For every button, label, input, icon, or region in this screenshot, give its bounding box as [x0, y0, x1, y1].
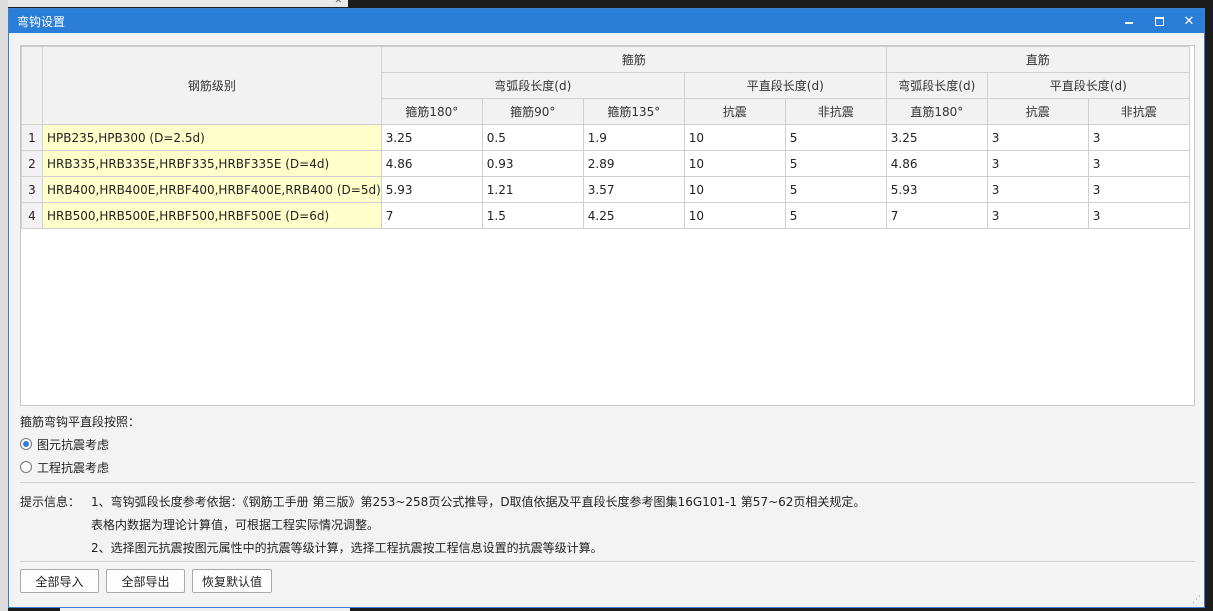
seismic-cell[interactable]: 10 — [683, 150, 786, 177]
straight-non-seismic-cell[interactable]: 3 — [1087, 150, 1190, 177]
non-seismic-cell[interactable]: 5 — [784, 150, 887, 177]
straight-non-seismic-cell[interactable]: 3 — [1087, 176, 1190, 203]
straight-non-seismic-cell[interactable]: 3 — [1087, 202, 1190, 229]
radio-label: 工程抗震考虑 — [37, 460, 110, 475]
header-straight-non-seismic[interactable]: 非抗震 — [1087, 98, 1190, 125]
hint-label: 提示信息： — [20, 495, 81, 509]
stirrup-135-cell[interactable]: 2.89 — [582, 150, 685, 177]
header-straight-180[interactable]: 直筋180° — [885, 98, 988, 125]
table-row[interactable]: 2 HRB335,HRB335E,HRBF335,HRBF335E (D=4d)… — [21, 150, 1190, 177]
grade-cell[interactable]: HPB235,HPB300 (D=2.5d) — [42, 124, 382, 151]
import-all-button[interactable]: 全部导入 — [20, 569, 99, 593]
header-stirrup-180[interactable]: 箍筋180° — [380, 98, 483, 125]
radio-checked-icon[interactable] — [20, 438, 32, 450]
close-icon: ✕ — [1183, 13, 1195, 29]
grade-cell[interactable]: HRB400,HRB400E,HRBF400,HRBF400E,RRB400 (… — [42, 176, 382, 203]
straight-180-cell[interactable]: 5.93 — [885, 176, 988, 203]
divider — [20, 482, 1195, 483]
non-seismic-cell[interactable]: 5 — [784, 176, 887, 203]
window-title: 弯钩设置 — [17, 14, 66, 29]
row-number: 2 — [21, 150, 43, 177]
grade-cell[interactable]: HRB335,HRB335E,HRBF335,HRBF335E (D=4d) — [42, 150, 382, 177]
table-row[interactable]: 1 HPB235,HPB300 (D=2.5d) 3.25 0.5 1.9 10… — [21, 124, 1190, 151]
window-controls: ✕ — [1114, 9, 1204, 33]
table-row[interactable]: 4 HRB500,HRB500E,HRBF500,HRBF500E (D=6d)… — [21, 202, 1190, 229]
row-number: 4 — [21, 202, 43, 229]
background-window-edge — [0, 0, 8, 611]
restore-default-button[interactable]: 恢复默认值 — [192, 569, 272, 593]
background-window-strip: ✕ — [0, 0, 348, 7]
table-row[interactable]: 3 HRB400,HRB400E,HRBF400,HRBF400E,RRB400… — [21, 176, 1190, 203]
stirrup-135-cell[interactable]: 1.9 — [582, 124, 685, 151]
export-all-button[interactable]: 全部导出 — [106, 569, 185, 593]
title-bar[interactable]: 弯钩设置 ✕ — [9, 9, 1204, 33]
radio-element-seismic[interactable]: 图元抗震考虑 — [20, 434, 109, 454]
header-stirrup-90[interactable]: 箍筋90° — [481, 98, 584, 125]
minimize-icon — [1125, 22, 1133, 24]
divider — [20, 561, 1195, 562]
stirrup-180-cell[interactable]: 7 — [380, 202, 483, 229]
seismic-cell[interactable]: 10 — [683, 176, 786, 203]
header-flat-length[interactable]: 平直段长度(d) — [683, 72, 887, 99]
radio-project-seismic[interactable]: 工程抗震考虑 — [20, 457, 109, 477]
straight-seismic-cell[interactable]: 3 — [986, 176, 1089, 203]
hook-settings-grid: 钢筋级别 箍筋 直筋 弯弧段长度(d) 平直段长度(d) 弯弧段长度(d) 平直… — [20, 45, 1195, 406]
row-number: 3 — [21, 176, 43, 203]
background-close-icon: ✕ — [334, 0, 342, 6]
stirrup-180-cell[interactable]: 5.93 — [380, 176, 483, 203]
header-stirrup[interactable]: 箍筋 — [380, 46, 887, 73]
hook-settings-dialog: 弯钩设置 ✕ 钢筋级别 箍筋 直筋 弯弧段长度(d) 平直段长度(d) 弯弧段长… — [8, 8, 1205, 608]
grade-cell[interactable]: HRB500,HRB500E,HRBF500,HRBF500E (D=6d) — [42, 202, 382, 229]
header-straight-seismic[interactable]: 抗震 — [986, 98, 1089, 125]
stirrup-90-cell[interactable]: 0.93 — [481, 150, 584, 177]
header-seismic[interactable]: 抗震 — [683, 98, 786, 125]
header-arc-length[interactable]: 弯弧段长度(d) — [380, 72, 685, 99]
straight-non-seismic-cell[interactable]: 3 — [1087, 124, 1190, 151]
stirrup-135-cell[interactable]: 4.25 — [582, 202, 685, 229]
stirrup-90-cell[interactable]: 0.5 — [481, 124, 584, 151]
resize-grip-icon[interactable]: ⋰ — [1192, 595, 1202, 605]
close-button[interactable]: ✕ — [1174, 9, 1204, 33]
minimize-button[interactable] — [1114, 9, 1144, 33]
radio-label: 图元抗震考虑 — [37, 437, 110, 452]
hint-line-2: 表格内数据为理论计算值，可根据工程实际情况调整。 — [91, 518, 380, 532]
maximize-icon — [1154, 16, 1164, 26]
stirrup-90-cell[interactable]: 1.21 — [481, 176, 584, 203]
non-seismic-cell[interactable]: 5 — [784, 124, 887, 151]
straight-seismic-cell[interactable]: 3 — [986, 124, 1089, 151]
straight-180-cell[interactable]: 4.86 — [885, 150, 988, 177]
radio-unchecked-icon[interactable] — [20, 461, 32, 473]
corner-cell — [21, 46, 43, 125]
header-grade[interactable]: 钢筋级别 — [42, 46, 382, 125]
header-stirrup-135[interactable]: 箍筋135° — [582, 98, 685, 125]
row-number: 1 — [21, 124, 43, 151]
non-seismic-cell[interactable]: 5 — [784, 202, 887, 229]
straight-180-cell[interactable]: 3.25 — [885, 124, 988, 151]
stirrup-180-cell[interactable]: 3.25 — [380, 124, 483, 151]
stirrup-90-cell[interactable]: 1.5 — [481, 202, 584, 229]
header-straight-flat-length[interactable]: 平直段长度(d) — [986, 72, 1190, 99]
hint-line-3: 2、选择图元抗震按图元属性中的抗震等级计算，选择工程抗震按工程信息设置的抗震等级… — [91, 541, 603, 555]
option-label: 箍筋弯钩平直段按照： — [20, 415, 141, 429]
header-non-seismic[interactable]: 非抗震 — [784, 98, 887, 125]
straight-seismic-cell[interactable]: 3 — [986, 202, 1089, 229]
hint-line-1: 1、弯钩弧段长度参考依据：《钢筋工手册 第三版》第253~258页公式推导，D取… — [91, 495, 866, 509]
straight-180-cell[interactable]: 7 — [885, 202, 988, 229]
straight-seismic-cell[interactable]: 3 — [986, 150, 1089, 177]
stirrup-135-cell[interactable]: 3.57 — [582, 176, 685, 203]
seismic-cell[interactable]: 10 — [683, 124, 786, 151]
maximize-button[interactable] — [1144, 9, 1174, 33]
hook-table: 钢筋级别 箍筋 直筋 弯弧段长度(d) 平直段长度(d) 弯弧段长度(d) 平直… — [21, 46, 1190, 229]
seismic-cell[interactable]: 10 — [683, 202, 786, 229]
header-straight[interactable]: 直筋 — [885, 46, 1190, 73]
stirrup-180-cell[interactable]: 4.86 — [380, 150, 483, 177]
header-straight-arc-length[interactable]: 弯弧段长度(d) — [885, 72, 988, 99]
